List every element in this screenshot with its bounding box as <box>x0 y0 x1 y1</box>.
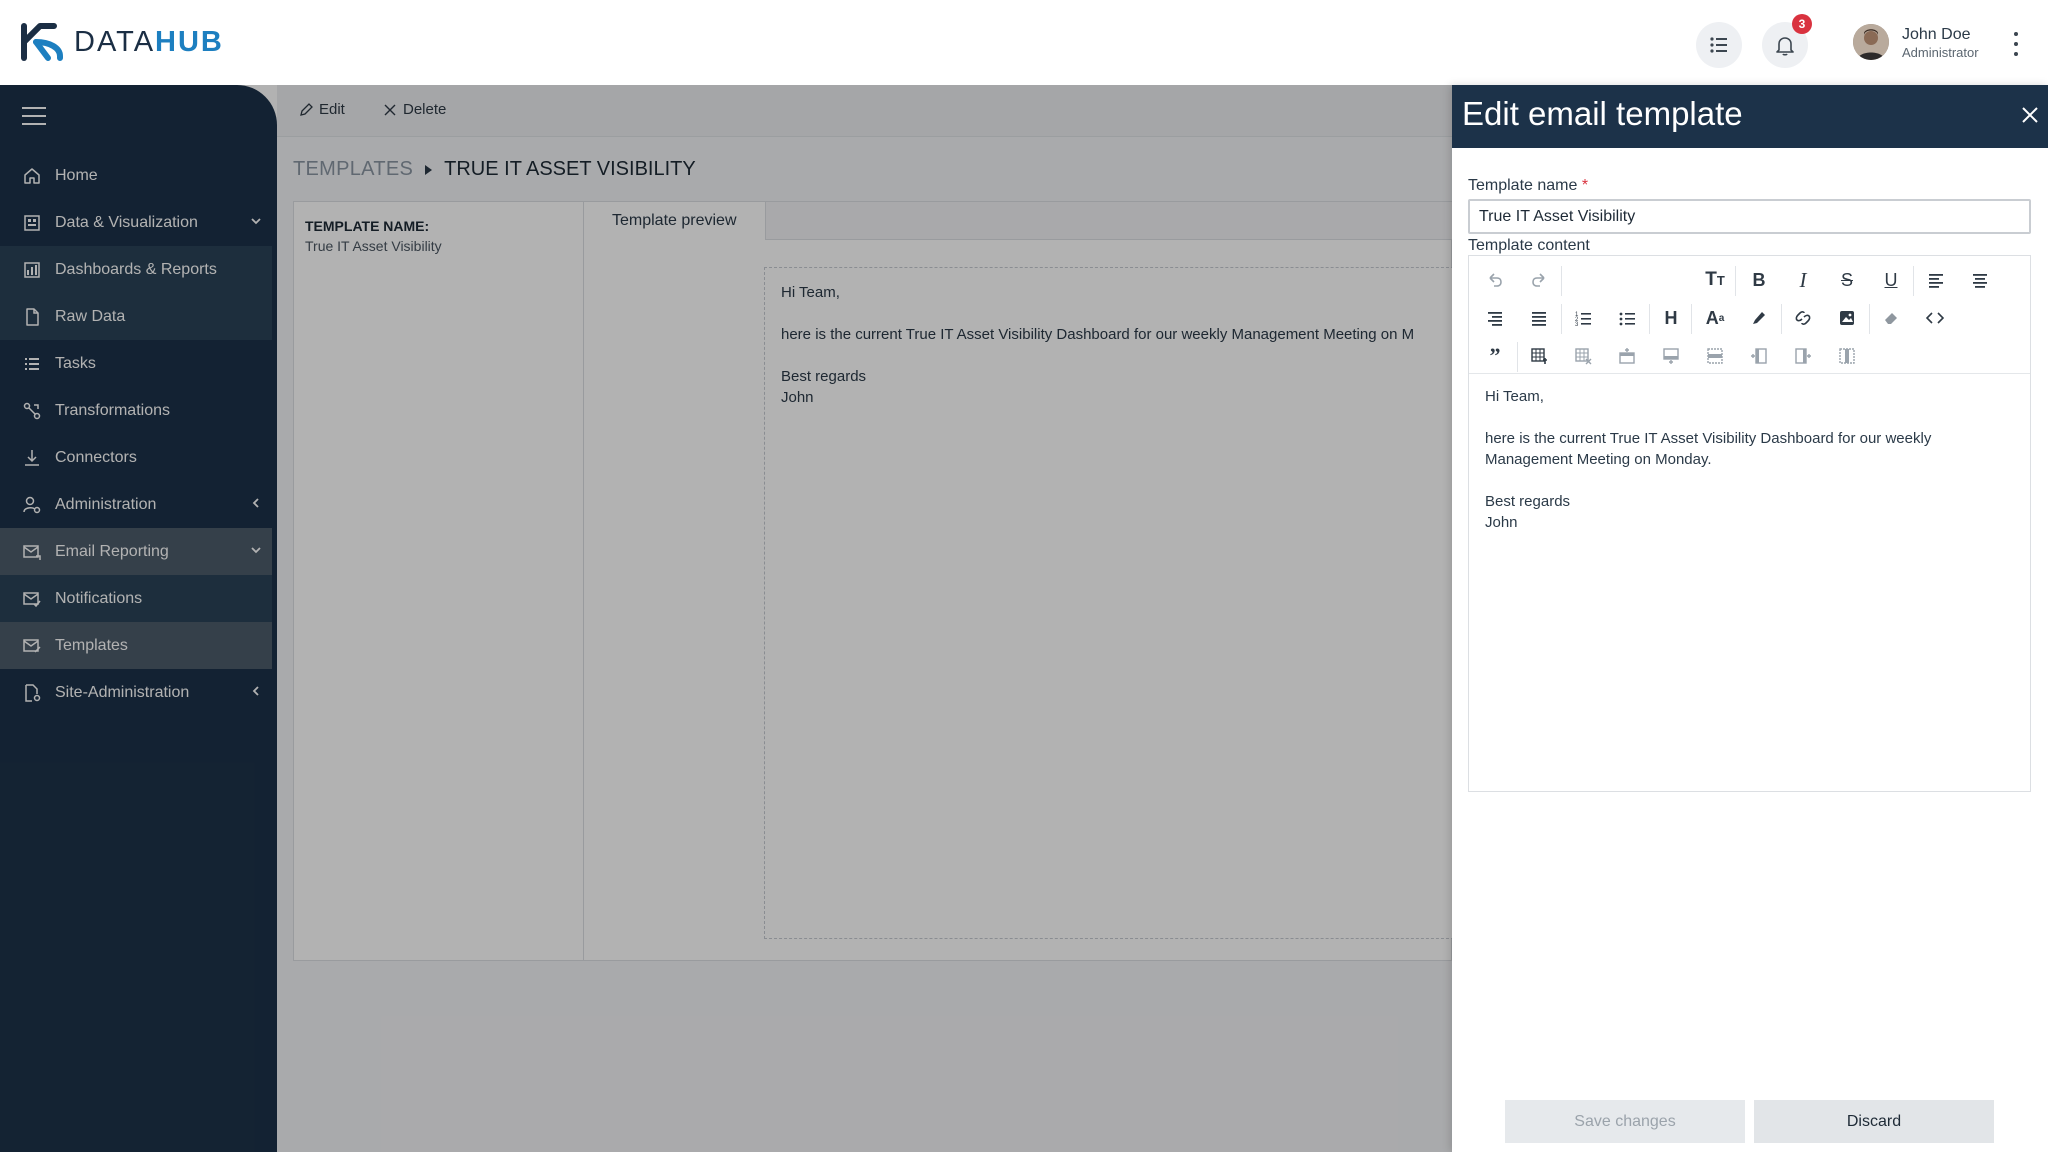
editor-body-line: Management Meeting on Monday. <box>1485 451 1712 468</box>
code-view-icon[interactable] <box>1919 302 1951 334</box>
align-center-icon[interactable] <box>1964 264 1996 296</box>
italic-icon[interactable]: I <box>1787 264 1819 296</box>
task-list-button[interactable] <box>1696 22 1742 68</box>
delete-column-icon[interactable] <box>1831 340 1863 372</box>
toolbar-divider <box>1781 304 1782 334</box>
edit-template-drawer: Edit email template Template name * Temp… <box>1452 85 2048 1152</box>
template-content-label: Template content <box>1468 237 1590 254</box>
editor-greeting: Hi Team, <box>1485 388 1544 405</box>
discard-button[interactable]: Discard <box>1754 1100 1994 1143</box>
avatar[interactable] <box>1853 24 1889 60</box>
user-role: Administrator <box>1902 45 1979 60</box>
toolbar-divider <box>1561 266 1562 296</box>
align-right-icon[interactable] <box>1479 302 1511 334</box>
insert-row-above-icon[interactable] <box>1611 340 1643 372</box>
editor-body-line: here is the current True IT Asset Visibi… <box>1485 430 1932 447</box>
svg-text:3: 3 <box>1575 322 1579 327</box>
notifications-button[interactable]: 3 <box>1762 14 1812 68</box>
editor-spacer <box>1485 407 2015 428</box>
editor-content[interactable]: Hi Team, here is the current True IT Ass… <box>1485 386 2015 533</box>
insert-column-left-icon[interactable] <box>1743 340 1775 372</box>
ordered-list-icon[interactable]: 123 <box>1567 302 1599 334</box>
delete-table-icon[interactable] <box>1567 340 1599 372</box>
save-changes-button[interactable]: Save changes <box>1505 1100 1745 1143</box>
template-name-label-text: Template name <box>1468 177 1578 194</box>
undo-icon[interactable] <box>1479 264 1511 296</box>
strikethrough-icon[interactable]: S <box>1831 264 1863 296</box>
editor-toolbar: TT B I S U 123 H Aa ” <box>1469 256 2030 374</box>
logo-text-hub: HUB <box>155 25 224 58</box>
bold-icon[interactable]: B <box>1743 264 1775 296</box>
editor-signature: John <box>1485 514 1518 531</box>
insert-table-icon[interactable] <box>1523 340 1555 372</box>
user-name[interactable]: John Doe <box>1902 26 1971 44</box>
delete-row-icon[interactable] <box>1699 340 1731 372</box>
redo-icon[interactable] <box>1523 264 1555 296</box>
blockquote-icon[interactable]: ” <box>1479 340 1511 372</box>
more-options-icon[interactable] <box>2008 30 2024 58</box>
close-icon[interactable] <box>2020 105 2040 125</box>
font-color-icon[interactable]: Aa <box>1699 302 1731 334</box>
user-photo-icon <box>1853 24 1889 60</box>
link-icon[interactable] <box>1787 302 1819 334</box>
template-name-input[interactable] <box>1468 199 2031 234</box>
datahub-logo[interactable]: DATAHUB <box>20 22 224 62</box>
bullet-list-icon[interactable] <box>1611 302 1643 334</box>
logo-text-data: DATA <box>74 25 156 58</box>
logo-mark-icon <box>21 23 63 61</box>
bell-icon <box>1776 37 1794 56</box>
toolbar-divider <box>1735 266 1736 296</box>
toolbar-divider <box>1649 304 1650 334</box>
top-bar: DATAHUB 3 John Doe Administrator <box>0 0 2048 85</box>
editor-closing: Best regards <box>1485 493 1571 510</box>
template-name-field-label: Template name * <box>1468 177 1588 195</box>
font-size-icon[interactable]: TT <box>1699 264 1731 296</box>
logo-text: DATAHUB <box>74 26 224 59</box>
heading-icon[interactable]: H <box>1655 302 1687 334</box>
editor-spacer <box>1485 470 2015 491</box>
underline-icon[interactable]: U <box>1875 264 1907 296</box>
insert-column-right-icon[interactable] <box>1787 340 1819 372</box>
align-left-icon[interactable] <box>1920 264 1952 296</box>
drawer-header: Edit email template <box>1452 85 2048 148</box>
notification-count-badge: 3 <box>1792 14 1812 34</box>
modal-backdrop[interactable] <box>0 85 1452 1152</box>
align-justify-icon[interactable] <box>1523 302 1555 334</box>
toolbar-divider <box>1913 266 1914 296</box>
eraser-icon[interactable] <box>1875 302 1907 334</box>
image-icon[interactable] <box>1831 302 1863 334</box>
drawer-title: Edit email template <box>1462 95 1743 132</box>
rich-text-editor: TT B I S U 123 H Aa ” Hi Team, here is t… <box>1468 255 2031 792</box>
toolbar-divider <box>1561 304 1562 334</box>
toolbar-divider <box>1691 304 1692 334</box>
toolbar-divider <box>1517 342 1518 372</box>
insert-row-below-icon[interactable] <box>1655 340 1687 372</box>
highlight-icon[interactable] <box>1743 302 1775 334</box>
required-mark: * <box>1581 177 1589 194</box>
toolbar-divider <box>1869 304 1870 334</box>
list-icon <box>1710 37 1727 53</box>
